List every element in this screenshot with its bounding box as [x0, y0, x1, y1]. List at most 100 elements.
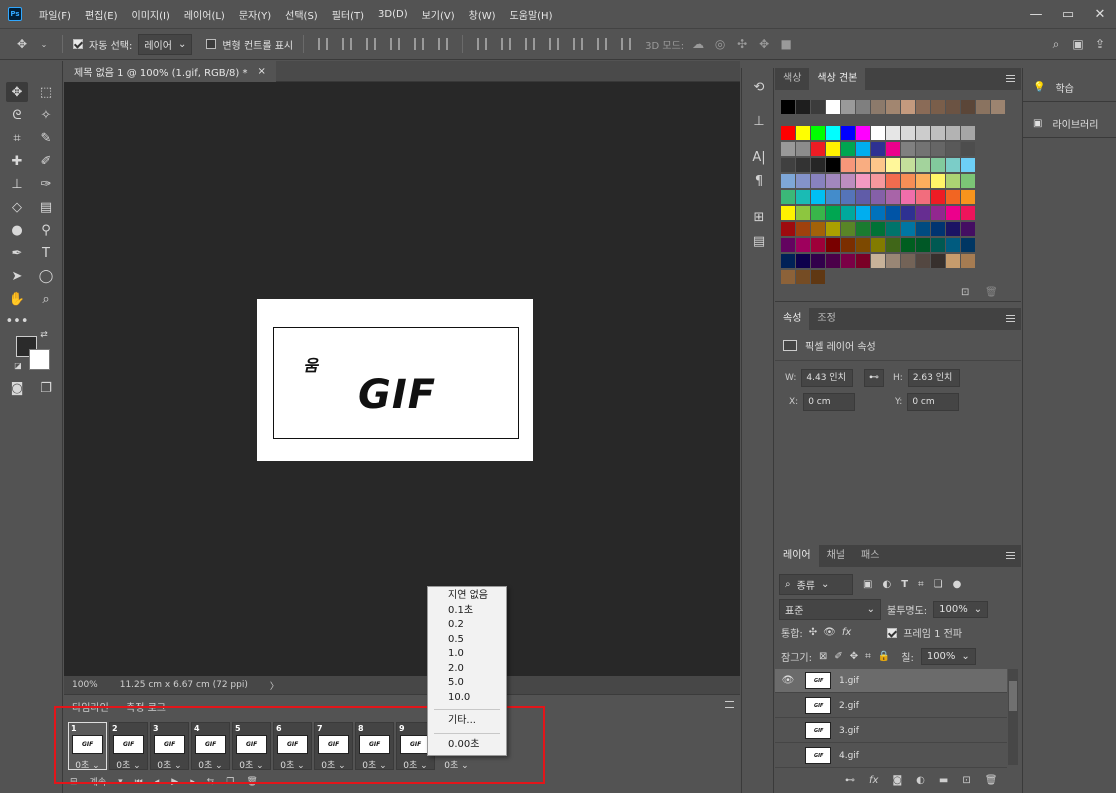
- layer-style-icon[interactable]: fx: [869, 775, 878, 786]
- color-swatch[interactable]: [781, 158, 795, 172]
- color-swatch[interactable]: [886, 190, 900, 204]
- panel-menu-icon[interactable]: [1006, 552, 1015, 559]
- color-swatch[interactable]: [886, 158, 900, 172]
- color-swatch[interactable]: [781, 190, 795, 204]
- menu-help[interactable]: 도움말(H): [503, 7, 560, 22]
- color-swatch[interactable]: [961, 126, 975, 140]
- color-swatch[interactable]: [781, 100, 795, 114]
- color-swatch[interactable]: [871, 254, 885, 268]
- notes-panel-icon[interactable]: ▤: [750, 234, 768, 252]
- healing-brush-icon[interactable]: ✚: [6, 151, 28, 171]
- color-swatch[interactable]: [841, 100, 855, 114]
- menu-view[interactable]: 보기(V): [415, 7, 462, 22]
- eraser-tool-icon[interactable]: ◇: [6, 197, 28, 217]
- menu-type[interactable]: 문자(Y): [232, 7, 278, 22]
- stamp-tool-icon[interactable]: ⊥: [6, 174, 28, 194]
- color-swatch[interactable]: [901, 158, 915, 172]
- color-swatch[interactable]: [871, 206, 885, 220]
- color-swatch[interactable]: [856, 190, 870, 204]
- color-swatch[interactable]: [841, 190, 855, 204]
- color-swatch[interactable]: [946, 206, 960, 220]
- type-tool-icon[interactable]: T: [35, 243, 57, 263]
- color-swatch[interactable]: [931, 206, 945, 220]
- color-swatch[interactable]: [856, 238, 870, 252]
- color-swatch[interactable]: [946, 238, 960, 252]
- color-swatch[interactable]: [946, 190, 960, 204]
- lock-pixels-icon[interactable]: ✐: [834, 651, 842, 662]
- auto-align-icon[interactable]: [621, 38, 632, 50]
- auto-select-checkbox[interactable]: [73, 39, 83, 49]
- color-swatch[interactable]: [781, 206, 795, 220]
- color-swatch[interactable]: [856, 158, 870, 172]
- color-swatch[interactable]: [886, 126, 900, 140]
- color-swatch[interactable]: [796, 100, 810, 114]
- height-input[interactable]: 2.63 인치: [907, 369, 960, 387]
- color-swatch[interactable]: [826, 158, 840, 172]
- distribute-left-icon[interactable]: [549, 38, 560, 50]
- color-swatch[interactable]: [946, 100, 960, 114]
- unify-visibility-icon[interactable]: 👁: [823, 627, 836, 638]
- trash-icon[interactable]: 🗑: [985, 287, 998, 298]
- filter-shape-icon[interactable]: ⌗: [918, 579, 924, 590]
- color-swatch[interactable]: [916, 238, 930, 252]
- menu-edit[interactable]: 편집(E): [78, 7, 125, 22]
- panel-menu-icon[interactable]: [1006, 75, 1015, 82]
- layers-scrollbar[interactable]: [1008, 669, 1018, 765]
- character-panel-icon[interactable]: A|: [750, 150, 768, 168]
- blur-tool-icon[interactable]: ●: [6, 220, 28, 240]
- menu-3d[interactable]: 3D(D): [371, 9, 415, 20]
- color-swatch[interactable]: [796, 206, 810, 220]
- color-swatch[interactable]: [781, 142, 795, 156]
- color-swatch[interactable]: [961, 142, 975, 156]
- color-swatch[interactable]: [796, 126, 810, 140]
- color-swatch[interactable]: [961, 174, 975, 188]
- move-tool-icon[interactable]: ✥: [14, 37, 30, 51]
- color-swatch[interactable]: [931, 174, 945, 188]
- color-swatch[interactable]: [796, 270, 810, 284]
- color-swatch[interactable]: [811, 158, 825, 172]
- tab-swatches[interactable]: 색상 견본: [809, 68, 866, 90]
- trash-icon[interactable]: 🗑: [985, 775, 998, 786]
- lock-artboard-icon[interactable]: ⌗: [865, 651, 871, 662]
- tab-color[interactable]: 색상: [775, 68, 809, 90]
- menu-filter[interactable]: 필터(T): [325, 7, 371, 22]
- distribute-bottom-icon[interactable]: [525, 38, 536, 50]
- color-swatch[interactable]: [991, 100, 1005, 114]
- dodge-tool-icon[interactable]: ⚲: [35, 220, 57, 240]
- path-selection-icon[interactable]: ➤: [6, 266, 28, 286]
- pen-tool-icon[interactable]: ✒: [6, 243, 28, 263]
- color-swatch[interactable]: [796, 174, 810, 188]
- color-swatch[interactable]: [946, 222, 960, 236]
- color-swatch[interactable]: [796, 254, 810, 268]
- tab-channels[interactable]: 채널: [819, 545, 853, 567]
- new-group-icon[interactable]: ▬: [939, 775, 948, 786]
- delay-option-0-5[interactable]: 0.5: [428, 633, 506, 648]
- color-swatch[interactable]: [871, 126, 885, 140]
- color-swatch[interactable]: [886, 222, 900, 236]
- color-swatch[interactable]: [841, 158, 855, 172]
- color-swatch[interactable]: [961, 158, 975, 172]
- color-swatch[interactable]: [796, 142, 810, 156]
- menu-layer[interactable]: 레이어(L): [177, 7, 232, 22]
- filter-adjust-icon[interactable]: ◐: [882, 579, 891, 590]
- delay-current-value[interactable]: 0.00초: [428, 738, 506, 753]
- color-swatch[interactable]: [901, 174, 915, 188]
- color-swatch[interactable]: [871, 238, 885, 252]
- lock-all-icon[interactable]: 🔒: [878, 651, 890, 662]
- new-swatch-icon[interactable]: ⊡: [961, 287, 969, 298]
- color-swatch[interactable]: [886, 100, 900, 114]
- new-layer-icon[interactable]: ⊡: [962, 775, 970, 786]
- minimize-button[interactable]: —: [1020, 7, 1052, 22]
- color-swatch[interactable]: [931, 190, 945, 204]
- maximize-button[interactable]: ▭: [1052, 7, 1084, 22]
- align-left-icon[interactable]: [390, 38, 401, 50]
- color-swatch[interactable]: [856, 222, 870, 236]
- color-swatch[interactable]: [946, 142, 960, 156]
- color-swatch[interactable]: [811, 142, 825, 156]
- fill-input[interactable]: 100% ⌄: [920, 648, 976, 665]
- distribute-hcenter-icon[interactable]: [573, 38, 584, 50]
- lock-position-icon[interactable]: ✥: [850, 651, 858, 662]
- color-swatch[interactable]: [781, 238, 795, 252]
- color-swatch[interactable]: [796, 222, 810, 236]
- y-input[interactable]: 0 cm: [907, 393, 960, 411]
